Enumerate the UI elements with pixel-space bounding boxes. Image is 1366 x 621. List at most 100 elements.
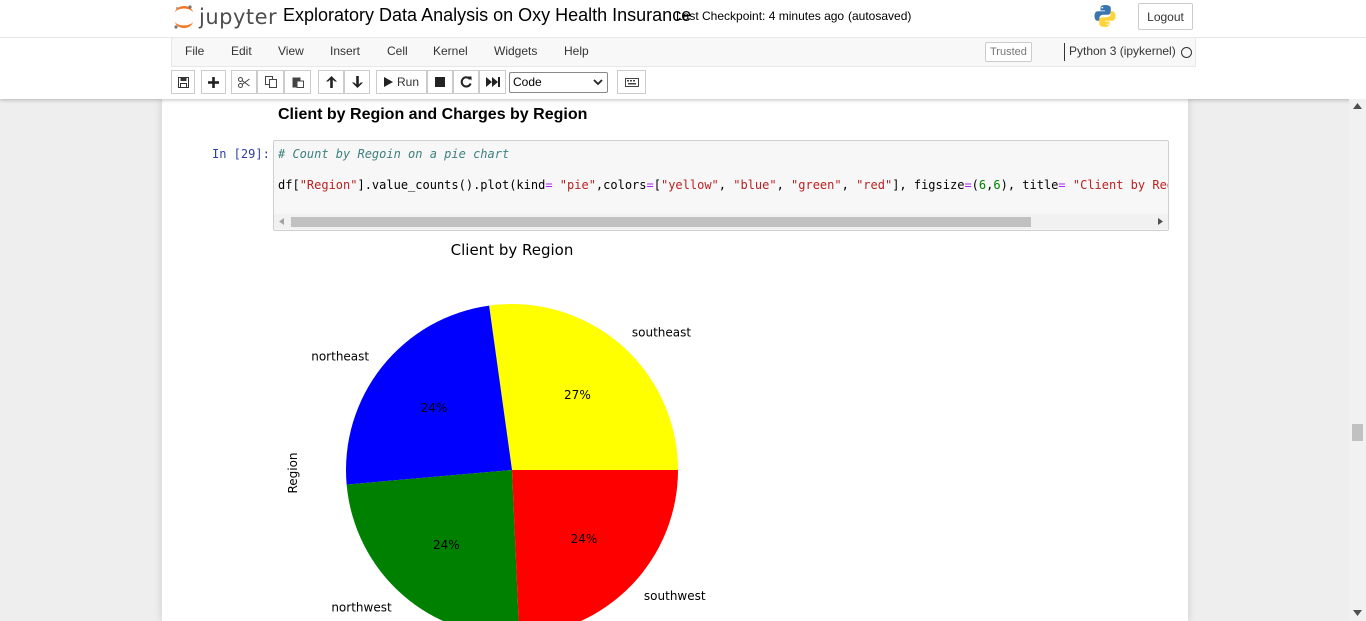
code-line: df["Region"].value_counts().plot(kind= "… [278, 178, 1168, 192]
menu-help[interactable]: Help [564, 44, 589, 58]
scroll-left-icon[interactable] [279, 218, 284, 225]
cell-type-value: Code [513, 75, 542, 89]
logo-text: jupyter [199, 5, 278, 29]
code-token: ), title [1000, 178, 1059, 192]
code-token: "yellow" [660, 178, 719, 192]
move-up-button[interactable] [318, 70, 344, 94]
restart-icon [460, 76, 472, 88]
checkpoint-status: Last Checkpoint: 4 minutes ago [676, 9, 845, 23]
save-button[interactable] [171, 70, 195, 94]
top-bar: jupyter Exploratory Data Analysis on Oxy… [0, 0, 1366, 38]
scroll-down-icon[interactable] [1353, 610, 1362, 616]
code-token: , [776, 178, 792, 192]
code-token: ], figsize [892, 178, 965, 192]
cut-button[interactable] [231, 70, 257, 94]
pie-category-label-northeast: northeast [311, 349, 369, 363]
notebook-container: Client by Region and Charges by Region I… [162, 99, 1188, 621]
pie-slice-northeast [346, 305, 512, 485]
pie-pct-label-southeast: 27% [564, 388, 591, 402]
input-prompt: In [29]: [212, 147, 270, 161]
code-cell-input[interactable]: # Count by Regoin on a pie chart df["Reg… [273, 140, 1169, 231]
page-scroll-thumb[interactable] [1352, 424, 1363, 441]
save-icon [177, 76, 189, 88]
code-token: "pie" [559, 178, 596, 192]
code-token: , [841, 178, 857, 192]
code-token: ].value_counts().plot(kind [357, 178, 546, 192]
code-comment: # Count by Regoin on a pie chart [278, 147, 510, 161]
code-token: 6 [993, 178, 1001, 192]
kernel-name[interactable]: Python 3 (ipykernel) [1069, 44, 1176, 58]
paste-icon [292, 77, 304, 88]
arrow-down-icon [351, 76, 363, 88]
page-scrollbar[interactable] [1349, 99, 1366, 621]
menu-cell[interactable]: Cell [387, 44, 408, 58]
horizontal-scroll-thumb[interactable] [291, 217, 1031, 227]
copy-icon [264, 76, 277, 88]
menu-file[interactable]: File [185, 44, 204, 58]
chart-title: Client by Region [451, 241, 574, 259]
insert-cell-button[interactable] [201, 70, 226, 94]
kernel-divider [1064, 43, 1065, 61]
notebook-header: jupyter Exploratory Data Analysis on Oxy… [0, 0, 1366, 99]
pie-pct-label-northwest: 24% [433, 538, 460, 552]
pie-category-label-southeast: southeast [632, 325, 691, 339]
menu-insert[interactable]: Insert [330, 44, 360, 58]
menubar: File Edit View Insert Cell Kernel Widget… [171, 38, 1196, 67]
pie-chart: Client by Region Region 27% southeast 24% n… [286, 241, 706, 621]
code-token: "Client by Region" [1072, 178, 1168, 192]
markdown-heading: Client by Region and Charges by Region [278, 106, 588, 123]
code-token: = [545, 178, 553, 192]
menu-edit[interactable]: Edit [231, 44, 252, 58]
pie-slices [346, 304, 678, 621]
code-token: "green" [791, 178, 842, 192]
cut-icon [238, 76, 250, 88]
kernel-idle-icon [1181, 47, 1192, 58]
fast-forward-icon [485, 77, 500, 87]
run-button[interactable]: Run [376, 70, 427, 94]
restart-button[interactable] [453, 70, 479, 94]
move-down-button[interactable] [344, 70, 370, 94]
code-token: = [964, 178, 972, 192]
logout-button[interactable]: Logout [1138, 3, 1193, 30]
scroll-up-icon[interactable] [1353, 103, 1362, 109]
copy-button[interactable] [257, 70, 284, 94]
code-token: = [1058, 178, 1066, 192]
restart-run-all-button[interactable] [479, 70, 506, 94]
horizontal-scrollbar[interactable] [274, 214, 1168, 229]
cell-type-select[interactable]: Code [509, 72, 608, 93]
jupyter-logo-icon [174, 5, 193, 29]
autosave-status: (autosaved) [848, 9, 912, 23]
menu-kernel[interactable]: Kernel [433, 44, 468, 58]
plus-icon [208, 76, 219, 88]
notebook-title[interactable]: Exploratory Data Analysis on Oxy Health … [283, 5, 691, 26]
code-token: "blue" [733, 178, 777, 192]
code-token: ( [971, 178, 979, 192]
interrupt-button[interactable] [427, 70, 453, 94]
code-token: [ [653, 178, 661, 192]
pie-pct-label-northeast: 24% [421, 401, 448, 415]
run-label: Run [396, 75, 419, 89]
command-palette-button[interactable] [617, 70, 646, 94]
keyboard-icon [624, 77, 639, 87]
chart-ylabel: Region [286, 452, 300, 493]
code-token: , [718, 178, 734, 192]
menu-view[interactable]: View [278, 44, 304, 58]
chevron-down-icon [593, 79, 603, 86]
arrow-up-icon [325, 76, 337, 88]
pie-pct-label-southwest: 24% [571, 532, 598, 546]
trusted-indicator[interactable]: Trusted [985, 42, 1032, 62]
code-token: = [646, 178, 654, 192]
pie-category-label-northwest: northwest [331, 600, 392, 614]
scroll-right-icon[interactable] [1158, 218, 1163, 225]
run-icon [383, 77, 393, 87]
paste-button[interactable] [284, 70, 311, 94]
code-token: df[ [278, 178, 300, 192]
code-token: "red" [856, 178, 893, 192]
code-token: "Region" [299, 178, 358, 192]
jupyter-logo[interactable]: jupyter [173, 2, 277, 32]
stop-icon [435, 77, 445, 87]
python-logo-icon [1094, 5, 1116, 28]
menu-widgets[interactable]: Widgets [494, 44, 537, 58]
